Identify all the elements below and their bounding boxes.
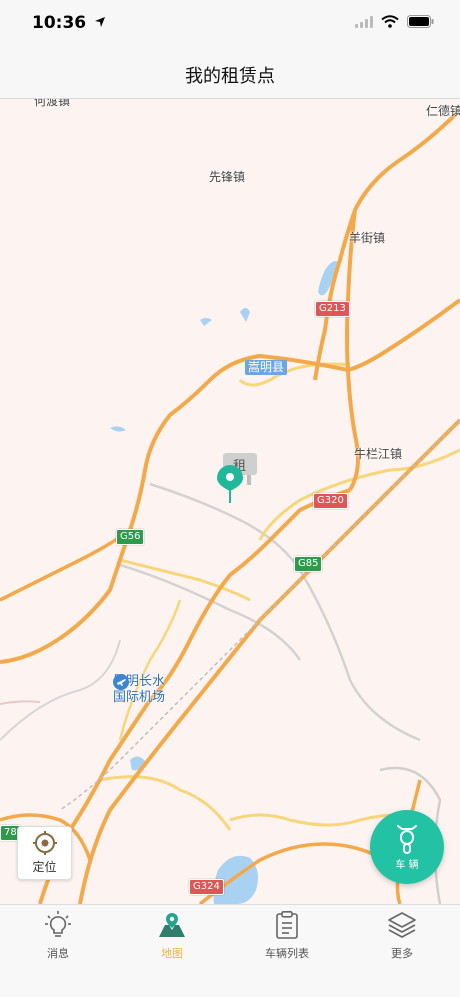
road-shield-g213: G213 [315,301,350,317]
lightbulb-icon [45,911,71,937]
layers-icon [388,912,416,938]
location-arrow-icon [95,17,106,27]
place-niulanjiang: 牛栏江镇 [354,447,403,461]
map-pin-icon [217,465,243,503]
tab-messages[interactable]: 消息 [8,911,108,961]
map-view[interactable]: 何渡镇 仁德镇 先锋镇 羊街镇 嵩明县 牛栏江镇 昆明长水 国际机场 G213 … [0,98,460,904]
tab-vehicle-list-label: 车辆列表 [265,947,309,960]
place-xianfeng: 先锋镇 [209,170,246,184]
place-hexu: 何渡镇 [34,98,71,108]
vehicle-button[interactable]: 车 辆 [370,810,444,884]
place-rende: 仁德镇 [426,104,460,118]
road-shield-g320: G320 [313,493,348,509]
airport-label: 昆明长水 国际机场 [113,674,165,706]
tab-map[interactable]: 地图 [122,911,222,961]
map-pin-icon [159,913,185,937]
status-icons [355,15,434,28]
signal-icon [355,15,373,28]
locate-label: 定位 [32,860,57,874]
airport-name-line2: 国际机场 [113,690,166,705]
tab-more[interactable]: 更多 [352,911,452,961]
vehicle-label: 车 辆 [395,860,419,871]
page-title: 我的租赁点 [185,66,275,87]
tab-bar: 消息 地图 车辆列表 更多 [0,904,460,997]
wifi-icon [381,15,399,28]
road-shield-g324: G324 [189,879,224,895]
tab-vehicle-list[interactable]: 车辆列表 [237,911,337,961]
tab-more-label: 更多 [391,947,413,960]
place-yangjie: 羊街镇 [349,231,386,245]
status-time: 10:36 [32,13,106,33]
crosshair-icon [32,831,57,855]
battery-icon [407,15,434,28]
time-text: 10:36 [32,13,87,33]
scooter-icon [397,825,417,854]
road-shield-g85: G85 [294,556,323,572]
clipboard-icon [276,911,298,939]
road-shield-g56: G56 [116,529,145,545]
tab-map-label: 地图 [161,947,183,960]
tab-messages-label: 消息 [47,947,69,960]
airplane-icon [113,674,129,690]
locate-button[interactable]: 定位 [17,826,72,880]
top-bar: 10:36 我的租赁点 [0,0,460,99]
place-songming: 嵩明县 [245,360,288,375]
